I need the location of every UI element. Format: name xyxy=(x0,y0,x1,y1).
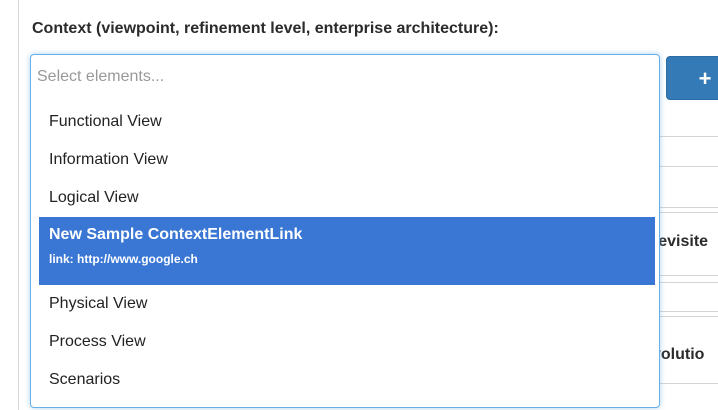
add-button[interactable]: + xyxy=(666,56,718,100)
option-title: New Sample ContextElementLink xyxy=(49,226,303,243)
background-partial-text: revisite xyxy=(652,233,709,250)
option-scenarios[interactable]: Scenarios xyxy=(39,361,655,399)
option-functional-view[interactable]: Functional View xyxy=(39,103,655,141)
frame-divider xyxy=(18,0,19,410)
option-logical-view[interactable]: Logical View xyxy=(39,179,655,217)
context-multiselect[interactable]: Functional View Information View Logical… xyxy=(30,54,660,408)
context-label: Context (viewpoint, refinement level, en… xyxy=(32,20,499,37)
option-new-sample-context-element-link[interactable]: New Sample ContextElementLink link: http… xyxy=(39,217,655,285)
option-link-description: link: http://www.google.ch xyxy=(49,252,198,266)
option-information-view[interactable]: Information View xyxy=(39,141,655,179)
dropdown-options: Functional View Information View Logical… xyxy=(39,103,655,399)
option-process-view[interactable]: Process View xyxy=(39,323,655,361)
page: Context (viewpoint, refinement level, en… xyxy=(0,0,718,410)
select-elements-input[interactable] xyxy=(37,65,637,89)
option-physical-view[interactable]: Physical View xyxy=(39,285,655,323)
